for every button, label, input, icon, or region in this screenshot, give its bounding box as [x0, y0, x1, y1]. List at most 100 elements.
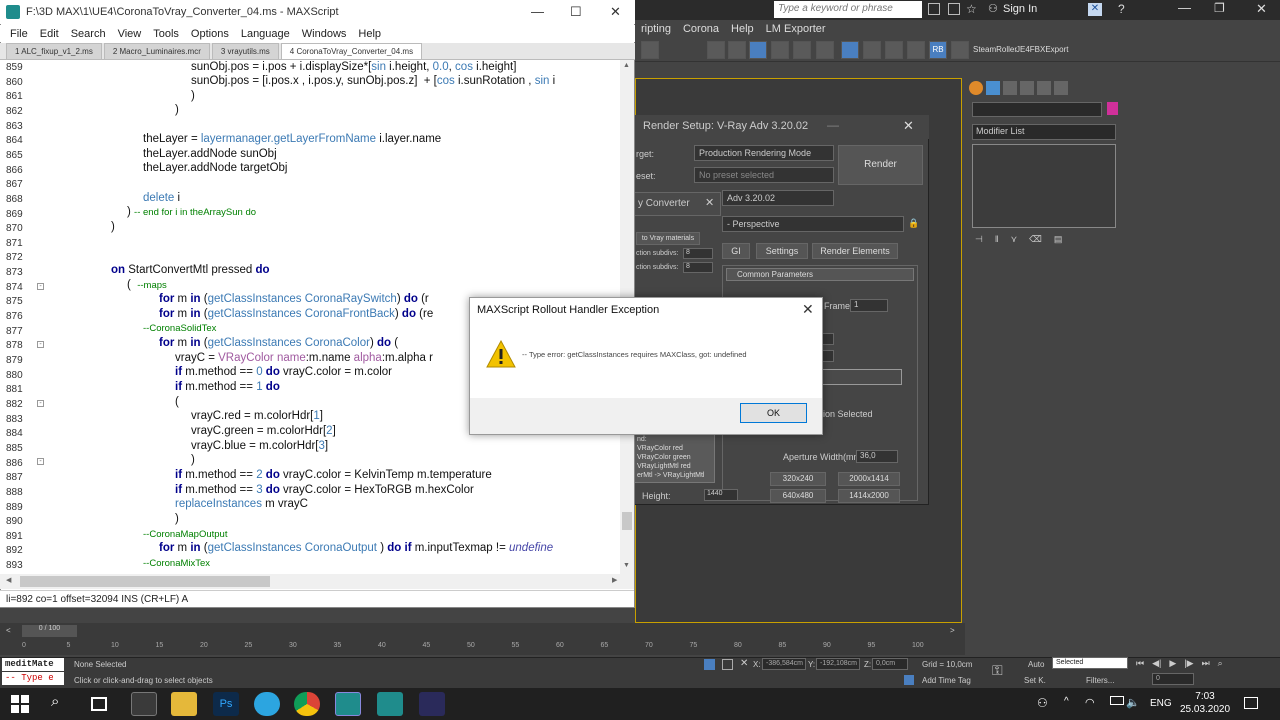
notifications-icon[interactable]	[1244, 697, 1258, 709]
converter-close-button[interactable]: ✕	[705, 196, 714, 209]
steamroller-label[interactable]: SteamRoller	[973, 45, 1017, 54]
vfb-icon[interactable]	[951, 41, 969, 59]
pin-stack-icon[interactable]: ⊣	[975, 234, 983, 246]
task-view-icon[interactable]	[91, 697, 107, 711]
file-tab-macro-luminaires[interactable]: 2 Macro_Luminaires.mcr	[103, 43, 210, 59]
view-dropdown[interactable]: - Perspective	[722, 216, 904, 232]
editor-minimize-button[interactable]: —	[531, 4, 544, 19]
frame-input[interactable]: 1	[850, 299, 888, 312]
menu-search[interactable]: Search	[71, 28, 106, 40]
calculator-icon[interactable]	[131, 692, 157, 716]
fbx-export-label[interactable]: JE4FBXExport	[1016, 45, 1068, 54]
menu-file[interactable]: File	[10, 28, 28, 40]
search-icon[interactable]: ⌕	[51, 693, 59, 710]
material-editor-icon[interactable]	[793, 41, 811, 59]
scroll-up-icon[interactable]: ▲	[623, 62, 630, 69]
slider-next-icon[interactable]: >	[950, 626, 955, 635]
toolbar-dropdown[interactable]	[641, 41, 659, 59]
menu-view[interactable]: View	[118, 28, 142, 40]
time-slider[interactable]: 0 / 100	[22, 625, 77, 637]
zoom-icon[interactable]: ⌕	[1218, 658, 1223, 669]
3dsmax-icon[interactable]	[335, 692, 361, 716]
show-end-result-icon[interactable]: ‖	[995, 234, 999, 246]
tab-settings[interactable]: Settings	[756, 243, 808, 259]
lock-selection-icon[interactable]	[722, 659, 733, 670]
isolate-icon[interactable]	[704, 659, 715, 670]
photoshop-icon[interactable]: Ps	[213, 692, 239, 716]
goto-start-icon[interactable]: ⏮	[1136, 658, 1144, 669]
menu-tools[interactable]: Tools	[153, 28, 179, 40]
tray-chevron-icon[interactable]: ^	[1064, 696, 1069, 707]
render-close-button[interactable]: ✕	[903, 118, 914, 134]
height-input[interactable]: 1440	[704, 489, 738, 501]
renderer-dropdown[interactable]: Adv 3.20.02	[722, 190, 834, 206]
selection-set-dropdown[interactable]: Selected	[1052, 657, 1128, 669]
layer-icon[interactable]	[707, 41, 725, 59]
common-parameters-rollout[interactable]: Common Parameters	[726, 268, 914, 281]
help-icon[interactable]: ?	[1118, 2, 1125, 16]
fold-marker[interactable]: -	[37, 341, 44, 348]
max-menu-corona[interactable]: Corona	[683, 23, 719, 35]
mini-listener-output[interactable]: -- Type e	[2, 672, 64, 685]
utilities-tab-icon[interactable]	[1054, 81, 1068, 95]
object-name-field[interactable]	[972, 102, 1102, 117]
menu-edit[interactable]: Edit	[40, 28, 59, 40]
lock-icon[interactable]: 🔒	[908, 218, 919, 229]
max-menu-lm-exporter[interactable]: LM Exporter	[766, 23, 826, 35]
render-minimize-button[interactable]: —	[827, 118, 839, 132]
prev-frame-icon[interactable]: ◀|	[1152, 658, 1161, 669]
preset-320x240[interactable]: 320x240	[770, 472, 826, 486]
hierarchy-tab-icon[interactable]	[1003, 81, 1017, 95]
target-dropdown[interactable]: Production Rendering Mode	[694, 145, 834, 161]
comm-center-icon[interactable]	[948, 3, 960, 15]
star-icon[interactable]: ☆	[966, 2, 977, 16]
telegram-icon[interactable]	[254, 692, 280, 716]
file-tab-vrayutils[interactable]: 3 vrayutils.ms	[211, 43, 279, 59]
horizontal-scroll-thumb[interactable]	[20, 576, 270, 587]
max-menu-help[interactable]: Help	[731, 23, 754, 35]
menu-help[interactable]: Help	[358, 28, 381, 40]
scroll-right-icon[interactable]: ▶	[612, 576, 617, 584]
max-restore-button[interactable]: ❐	[1214, 1, 1225, 15]
wifi-icon[interactable]: ◠	[1085, 696, 1095, 709]
render-setup-icon[interactable]	[816, 41, 834, 59]
x-coordinate[interactable]: -386,584cm	[762, 658, 806, 670]
mini-listener-input[interactable]: meditMate	[2, 658, 64, 671]
sign-in-button[interactable]: Sign In	[1003, 3, 1037, 15]
file-tab-corona-to-vray[interactable]: 4 CoronaToVray_Converter_04.ms	[280, 43, 423, 59]
modifier-list-dropdown[interactable]: Modifier List	[972, 124, 1116, 140]
fold-marker[interactable]: -	[37, 283, 44, 290]
max-close-button[interactable]: ✕	[1256, 1, 1267, 17]
menu-options[interactable]: Options	[191, 28, 229, 40]
slider-prev-icon[interactable]: <	[6, 626, 11, 635]
auto-key-button[interactable]: Auto	[1028, 660, 1044, 669]
z-coordinate[interactable]: 0,0cm	[872, 658, 908, 670]
scroll-left-icon[interactable]: ◀	[6, 576, 11, 584]
create-tab-icon[interactable]	[969, 81, 983, 95]
file-explorer-icon[interactable]	[171, 692, 197, 716]
preset-2000x1414[interactable]: 2000x1414	[838, 472, 900, 486]
aperture-input[interactable]: 36,0	[856, 450, 898, 463]
fold-marker[interactable]: -	[37, 458, 44, 465]
app-icon[interactable]	[419, 692, 445, 716]
windows-start-icon[interactable]	[11, 695, 29, 713]
set-key-button[interactable]: Set K.	[1024, 676, 1046, 685]
ok-button[interactable]: OK	[740, 403, 807, 423]
add-time-tag[interactable]: Add Time Tag	[922, 676, 971, 685]
system-clock[interactable]: 7:03 25.03.2020	[1180, 690, 1230, 716]
rendered-frame-icon[interactable]	[841, 41, 859, 59]
motion-tab-icon[interactable]	[1020, 81, 1034, 95]
schematic-icon[interactable]	[771, 41, 789, 59]
3dsmax-2-icon[interactable]	[377, 692, 403, 716]
display-tab-icon[interactable]	[1037, 81, 1051, 95]
output-path-field[interactable]	[820, 369, 902, 385]
remove-modifier-icon[interactable]: ⌫	[1029, 234, 1042, 246]
chrome-icon[interactable]	[294, 692, 320, 716]
menu-windows[interactable]: Windows	[302, 28, 347, 40]
play-icon[interactable]: ▶	[1169, 658, 1176, 669]
convert-to-vray-button[interactable]: to Vray materials	[636, 232, 700, 245]
key-filters-button[interactable]: Filters...	[1086, 676, 1114, 685]
current-frame-input[interactable]: 0	[1152, 673, 1194, 685]
absolute-mode-icon[interactable]: ✕	[740, 658, 748, 669]
subdivs2-input[interactable]: 8	[683, 262, 713, 273]
